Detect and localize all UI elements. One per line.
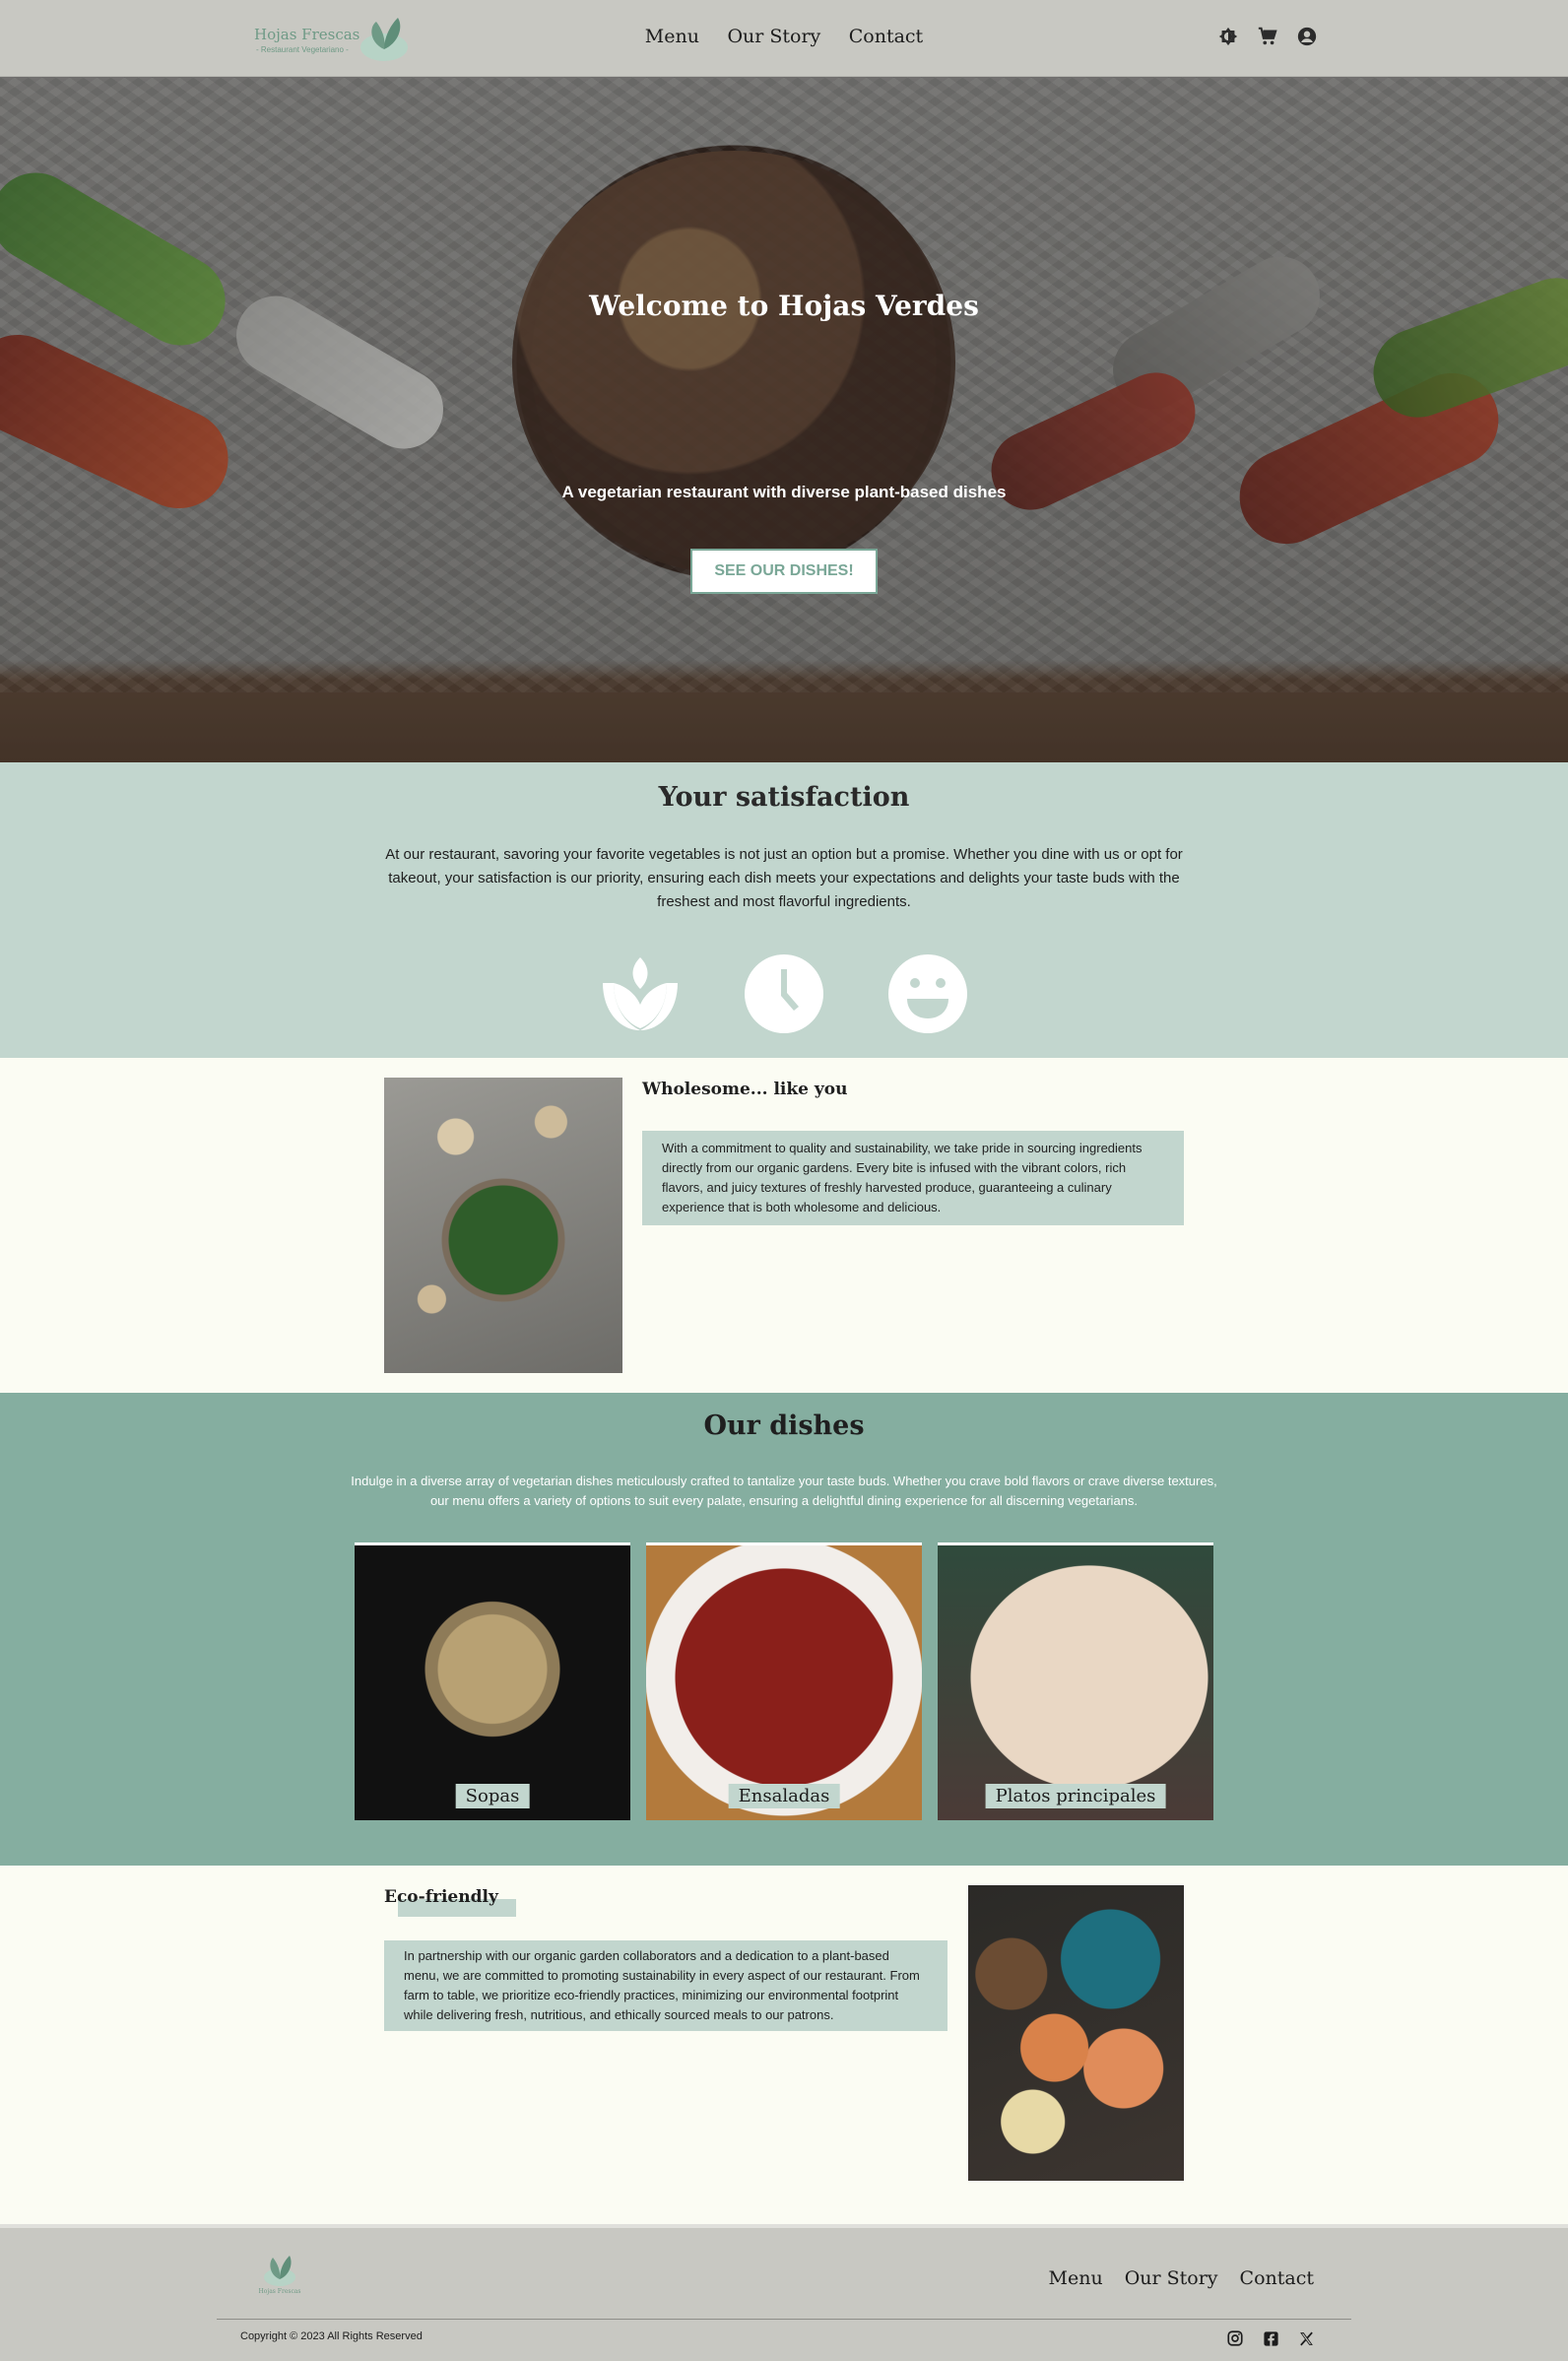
footer-logo-text: Hojas Frescas xyxy=(259,2288,301,2295)
instagram-icon[interactable] xyxy=(1225,2328,1245,2348)
eco-title: Eco-friendly xyxy=(384,1887,498,1907)
hero-section: Welcome to Hojas Verdes A vegetarian res… xyxy=(0,77,1568,762)
satisfaction-text: At our restaurant, savoring your favorit… xyxy=(385,846,1183,910)
theme-toggle-icon[interactable] xyxy=(1215,24,1240,48)
main-nav: Menu Our Story Contact xyxy=(0,26,1568,47)
dish-cards: Sopas Ensaladas Platos principales xyxy=(355,1542,1213,1820)
satisfaction-title: Your satisfaction xyxy=(658,782,910,813)
greens-bowl-image xyxy=(384,1078,622,1373)
social-links xyxy=(1225,2328,1316,2348)
footer-logo-icon[interactable]: Hojas Frescas xyxy=(258,2248,301,2299)
dish-card-label: Platos principales xyxy=(985,1784,1166,1808)
smile-icon xyxy=(888,954,967,1033)
table-dishes-image xyxy=(968,1885,1184,2181)
wholesome-text: With a commitment to quality and sustain… xyxy=(642,1131,1184,1225)
site-header: Hojas Frescas - Restaurant Vegetariano -… xyxy=(0,0,1568,77)
account-icon[interactable] xyxy=(1294,24,1319,48)
copyright-text: Copyright © 2023 All Rights Reserved xyxy=(240,2330,423,2342)
footer-nav: Menu Our Story Contact xyxy=(1049,2267,1314,2289)
satisfaction-icons xyxy=(0,953,1568,1034)
see-dishes-button[interactable]: SEE OUR DISHES! xyxy=(690,549,878,594)
hero-subtitle: A vegetarian restaurant with diverse pla… xyxy=(561,483,1007,501)
footer-nav-our-story[interactable]: Our Story xyxy=(1125,2267,1218,2289)
dish-card-platos-principales[interactable]: Platos principales xyxy=(938,1542,1213,1820)
footer-nav-menu[interactable]: Menu xyxy=(1049,2267,1103,2289)
nav-our-story[interactable]: Our Story xyxy=(727,26,820,47)
hero-overlay xyxy=(0,77,1568,762)
dish-card-sopas[interactable]: Sopas xyxy=(355,1542,630,1820)
dish-card-label: Sopas xyxy=(455,1784,530,1808)
eco-section: Eco-friendly In partnership with our org… xyxy=(0,1866,1568,2224)
satisfaction-section: Your satisfaction At our restaurant, sav… xyxy=(0,762,1568,1058)
cart-icon[interactable] xyxy=(1255,24,1279,48)
dish-card-ensaladas[interactable]: Ensaladas xyxy=(646,1542,922,1820)
eco-text: In partnership with our organic garden c… xyxy=(384,1940,947,2031)
wholesome-section: Wholesome... like you With a commitment … xyxy=(0,1058,1568,1393)
dishes-text: Indulge in a diverse array of vegetarian… xyxy=(351,1474,1217,1508)
clock-icon xyxy=(745,954,823,1033)
hero-title: Welcome to Hojas Verdes xyxy=(589,290,979,322)
footer-nav-contact[interactable]: Contact xyxy=(1240,2267,1314,2289)
x-icon[interactable] xyxy=(1296,2328,1316,2348)
site-footer: Hojas Frescas Menu Our Story Contact Cop… xyxy=(0,2224,1568,2361)
dishes-section: Our dishes Indulge in a diverse array of… xyxy=(0,1393,1568,1866)
dishes-title: Our dishes xyxy=(703,1410,865,1441)
leaf-icon xyxy=(603,957,678,1030)
header-icons xyxy=(1215,24,1319,48)
dish-card-label: Ensaladas xyxy=(728,1784,840,1808)
wholesome-title: Wholesome... like you xyxy=(642,1080,848,1099)
title-highlight xyxy=(656,1097,774,1113)
footer-divider xyxy=(217,2319,1351,2320)
facebook-icon[interactable] xyxy=(1261,2328,1280,2348)
nav-menu[interactable]: Menu xyxy=(645,26,699,47)
nav-contact[interactable]: Contact xyxy=(849,26,923,47)
